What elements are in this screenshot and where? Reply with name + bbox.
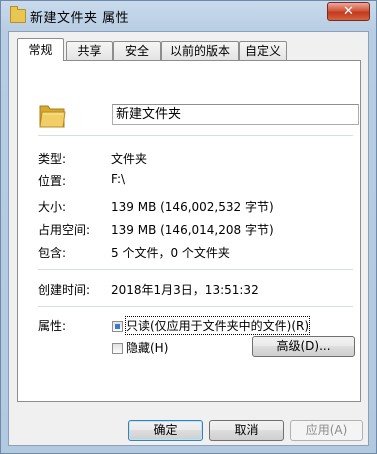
tab-previous-versions[interactable]: 以前的版本 [161,41,239,60]
location-label: 位置: [38,174,67,188]
properties-window: 新建文件夹 属性 ✕ 常规 共享 安全 以前的版本 自定义 新建文件夹 类型: … [0,0,377,454]
contains-label: 包含: [38,246,67,260]
size-value: 139 MB (146,002,532 字节) [111,200,274,214]
location-value: F:\ [111,172,126,186]
separator [38,269,353,270]
size-on-disk-value: 139 MB (146,014,208 字节) [111,223,274,237]
hidden-label[interactable]: 隐藏(H) [126,339,168,356]
attributes-label: 属性: [38,319,67,333]
readonly-label[interactable]: 只读(仅应用于文件夹中的文件)(R) [124,316,311,335]
tab-customize[interactable]: 自定义 [239,41,287,60]
window-title: 新建文件夹 属性 [30,11,130,26]
created-value: 2018年1月3日，13:51:32 [111,283,259,297]
dialog-body: 常规 共享 安全 以前的版本 自定义 新建文件夹 类型: 文件夹 位置: F:\… [8,31,369,446]
tab-security[interactable]: 安全 [113,41,161,60]
size-on-disk-label: 占用空间: [38,223,91,237]
tab-sharing[interactable]: 共享 [66,41,113,60]
close-button[interactable]: ✕ [327,2,370,21]
separator [38,306,353,307]
created-label: 创建时间: [38,283,91,297]
title-bar[interactable]: 新建文件夹 属性 ✕ [1,1,376,31]
general-panel: 新建文件夹 类型: 文件夹 位置: F:\ 大小: 139 MB (146,00… [17,60,361,402]
apply-button[interactable]: 应用(A) [290,420,363,441]
ok-button[interactable]: 确定 [128,420,203,441]
folder-icon [10,6,26,23]
folder-name-input[interactable]: 新建文件夹 [112,104,359,125]
type-label: 类型: [38,152,67,166]
hidden-checkbox[interactable] [112,343,123,354]
cancel-button[interactable]: 取消 [209,420,284,441]
separator [38,135,353,136]
advanced-button[interactable]: 高级(D)... [252,336,355,357]
type-value: 文件夹 [111,152,148,166]
size-label: 大小: [38,200,67,214]
contains-value: 5 个文件，0 个文件夹 [111,246,230,260]
readonly-checkbox[interactable] [112,321,123,332]
tab-general[interactable]: 常规 [17,38,64,61]
folder-icon [39,105,66,128]
